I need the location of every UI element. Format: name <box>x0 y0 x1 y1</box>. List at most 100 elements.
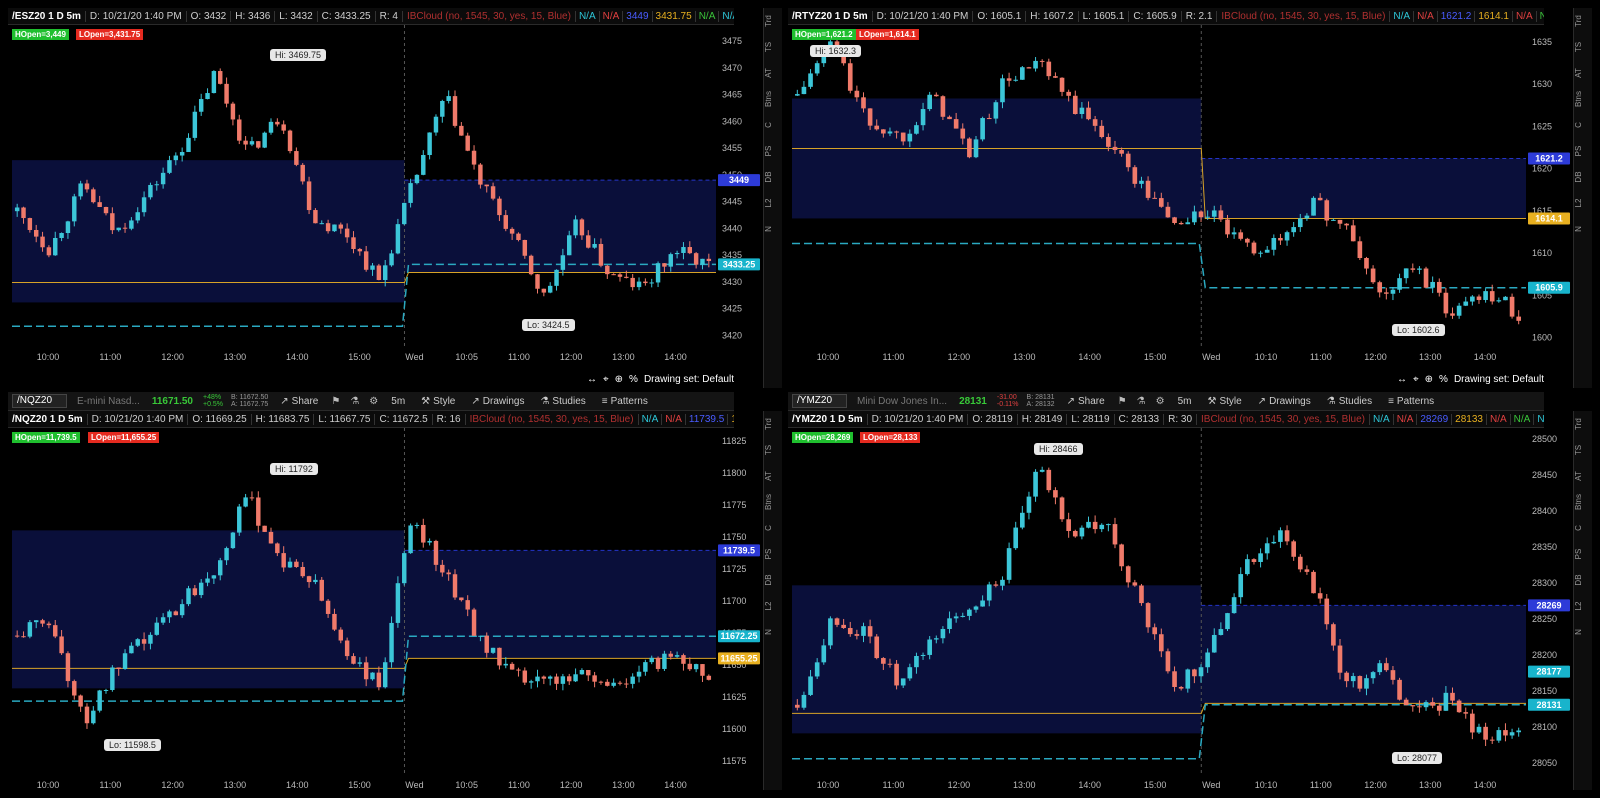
drawing-set-label[interactable]: Drawing set: Default <box>644 374 734 385</box>
candle-body <box>1489 739 1495 741</box>
patterns-button[interactable]: ≡ Patterns <box>594 396 656 407</box>
candle-body <box>1377 282 1383 293</box>
flask-icon[interactable]: ⚗ <box>1132 396 1151 407</box>
candle-body <box>993 102 999 119</box>
candle-body <box>1311 571 1316 594</box>
share-button[interactable]: ↗ Share <box>1059 396 1113 407</box>
lopen-badge: LOpen=1,614.1 <box>856 29 919 40</box>
candle-body <box>275 543 280 554</box>
hopen-badge: HOpen=11,739.5 <box>12 432 80 443</box>
patterns-button[interactable]: ≡ Patterns <box>1380 396 1442 407</box>
candle-body <box>630 676 635 684</box>
candle-body <box>1337 219 1343 224</box>
candle-body <box>224 83 229 104</box>
candle-body <box>1053 76 1058 78</box>
ohlc-value: D: 10/21/20 1:40 PM <box>871 10 973 22</box>
candle-body <box>894 131 899 133</box>
pan-icon[interactable]: ⌖ <box>1413 374 1419 385</box>
chart-symbol[interactable]: /ESZ20 1 D 5m <box>8 11 85 22</box>
study-value: N/A <box>1485 413 1510 425</box>
studies-button[interactable]: ⚗ Studies <box>1319 396 1380 407</box>
candle-body <box>192 588 198 596</box>
candle-body <box>84 706 90 724</box>
style-button[interactable]: ⚒ Style <box>413 396 463 407</box>
drawing-set-label[interactable]: Drawing set: Default <box>1454 374 1544 385</box>
x-tick-label: Wed <box>405 780 423 790</box>
percent-icon[interactable]: % <box>629 374 638 385</box>
candle-body <box>1205 216 1210 218</box>
interval-button[interactable]: 5m <box>383 396 413 407</box>
scroll-icon[interactable]: ↔ <box>1397 374 1407 385</box>
candle-body <box>1238 232 1244 239</box>
price-chart[interactable]: 3475347034653460345534503445344034353430… <box>8 25 764 370</box>
candle-body <box>700 664 705 676</box>
candle-body <box>1079 107 1085 115</box>
x-tick-label: 12:00 <box>948 780 971 790</box>
price-chart[interactable]: 163516301625162016151610160516001621.216… <box>788 25 1574 370</box>
candle-body <box>847 628 853 635</box>
interval-button[interactable]: 5m <box>1170 396 1200 407</box>
study-value: N/A <box>1369 413 1393 425</box>
flask-icon[interactable]: ⚗ <box>345 396 364 407</box>
pan-icon[interactable]: ⌖ <box>603 374 609 385</box>
candle-body <box>794 704 800 708</box>
symbol-selector[interactable]: /YMZ20 <box>792 394 848 408</box>
zoom-icon[interactable]: ⊕ <box>1425 374 1433 385</box>
candle-body <box>103 207 109 214</box>
percent-icon[interactable]: % <box>1439 374 1448 385</box>
candle-body <box>65 221 71 234</box>
side-tabs: Trd TS AT Btns C PS DB L2 N <box>1573 411 1592 790</box>
candle-body <box>325 600 331 614</box>
candle-body <box>1344 223 1349 226</box>
study-value: N/A <box>694 10 719 22</box>
price-chart[interactable]: 1182511800117751175011725117001167511650… <box>8 428 764 790</box>
studies-button[interactable]: ⚗ Studies <box>532 396 593 407</box>
candle-body <box>920 654 926 657</box>
candle-body <box>516 233 521 240</box>
y-tick-label: 3430 <box>722 277 742 287</box>
net-change-value: -31.00 <box>996 394 1017 401</box>
drawings-button[interactable]: ↗ Drawings <box>463 396 532 407</box>
zoom-icon[interactable]: ⊕ <box>615 374 623 385</box>
scroll-icon[interactable]: ↔ <box>587 374 597 385</box>
candle-body <box>1357 241 1363 259</box>
chart-symbol[interactable]: /RTYZ20 1 D 5m <box>788 11 872 22</box>
candle-body <box>1132 167 1138 184</box>
ib-cloud-prev <box>12 530 405 689</box>
candle-body <box>179 604 185 616</box>
candle-body <box>1436 281 1442 293</box>
candle-body <box>243 497 248 507</box>
candle-body <box>649 657 654 663</box>
drawings-icon: ↗ <box>471 395 480 407</box>
ohlc-value: O: 1605.1 <box>972 10 1025 22</box>
y-tick-label: 28200 <box>1532 650 1557 660</box>
candle-body <box>706 675 712 680</box>
candle-body <box>1086 107 1091 120</box>
flag-icon[interactable]: ⚑ <box>326 396 345 407</box>
x-tick-label: 14:00 <box>1474 780 1497 790</box>
flag-icon[interactable]: ⚑ <box>1113 396 1132 407</box>
candle-body <box>668 254 673 267</box>
candle-body <box>376 265 382 280</box>
study-value: N/A <box>661 413 685 425</box>
candle-body <box>306 181 312 211</box>
drawings-button[interactable]: ↗ Drawings <box>1250 396 1319 407</box>
share-button[interactable]: ↗ Share <box>272 396 326 407</box>
candle-body <box>281 553 286 568</box>
chart-header: /RTYZ20 1 D 5m D: 10/21/20 1:40 PM O: 1605… <box>788 8 1544 25</box>
price-chart[interactable]: 28500 28450 28400 28350 28300 28250 28200 28150… <box>788 428 1574 790</box>
candle-body <box>674 655 680 657</box>
style-button[interactable]: ⚒ Style <box>1199 396 1249 407</box>
symbol-selector[interactable]: /NQZ20 <box>12 394 68 408</box>
candle-body <box>1483 291 1488 300</box>
price-badge-label: 28269 <box>1536 600 1561 610</box>
gear-icon[interactable]: ⚙ <box>364 396 383 407</box>
candle-body <box>1020 512 1025 528</box>
candle-body <box>306 576 312 583</box>
candle-body <box>592 675 597 682</box>
study-value: 1614.1 <box>1474 10 1512 22</box>
gear-icon[interactable]: ⚙ <box>1151 396 1170 407</box>
chart-symbol[interactable]: /YMZ20 1 D 5m <box>788 414 867 425</box>
candle-body <box>960 615 966 617</box>
chart-symbol[interactable]: /NQZ20 1 D 5m <box>8 414 87 425</box>
